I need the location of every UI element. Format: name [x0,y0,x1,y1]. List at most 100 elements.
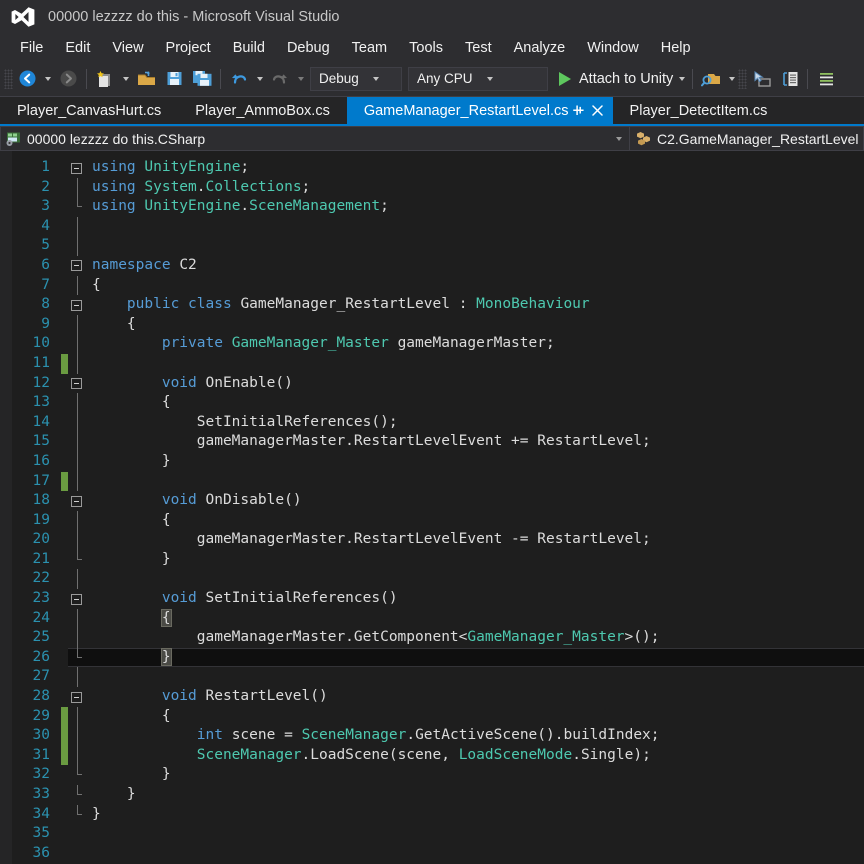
outlining-margin[interactable] [68,530,90,550]
toolbar-grip[interactable] [4,68,13,89]
code-line[interactable]: 31 SceneManager.LoadScene(scene, LoadSce… [13,745,864,766]
code-text[interactable]: } [90,805,864,825]
code-text[interactable]: gameManagerMaster.RestartLevelEvent -= R… [90,530,864,550]
outlining-margin[interactable] [68,745,90,766]
code-line[interactable]: 12 void OnEnable() [13,374,864,394]
outlining-margin[interactable] [68,158,90,178]
find-in-files-icon[interactable] [697,66,725,92]
outlining-margin[interactable] [68,353,90,374]
outlining-margin[interactable] [68,295,90,315]
code-text[interactable]: } [90,452,864,472]
code-text[interactable]: using UnityEngine.SceneManagement; [90,197,864,217]
outlining-margin[interactable] [68,589,90,609]
outlining-margin[interactable] [68,844,90,864]
code-line[interactable]: 13 { [13,393,864,413]
code-line[interactable]: 10 private GameManager_Master gameManage… [13,334,864,354]
navigate-forward-icon[interactable] [54,66,82,92]
code-text[interactable]: SetInitialReferences(); [90,413,864,433]
outlining-margin[interactable] [68,275,90,296]
code-text[interactable] [90,667,864,687]
menu-item-tools[interactable]: Tools [398,38,454,58]
close-icon[interactable] [588,97,607,124]
code-line[interactable]: 17 [13,471,864,492]
find-dropdown[interactable] [725,66,738,92]
outlining-margin[interactable] [68,451,90,472]
code-text[interactable]: SceneManager.LoadScene(scene, LoadSceneM… [90,746,864,766]
tab-player-canvashurt[interactable]: Player_CanvasHurt.cs [0,97,178,124]
code-text[interactable]: using UnityEngine; [90,158,864,178]
code-text[interactable]: { [90,393,864,413]
code-line[interactable]: 3 using UnityEngine.SceneManagement; [13,197,864,217]
breakpoint-margin[interactable] [0,151,13,864]
code-text[interactable] [90,217,864,237]
save-icon[interactable] [160,66,188,92]
compare-files-icon[interactable] [775,66,803,92]
code-line[interactable]: 15 gameManagerMaster.RestartLevelEvent +… [13,432,864,452]
code-line[interactable]: 4 [13,216,864,237]
code-text[interactable]: private GameManager_Master gameManagerMa… [90,334,864,354]
code-text[interactable]: gameManagerMaster.RestartLevelEvent += R… [90,432,864,452]
member-selector[interactable]: C2.GameManager_RestartLevel [630,126,864,151]
configuration-selector[interactable]: Debug [310,66,402,91]
code-text[interactable]: namespace C2 [90,256,864,276]
code-line[interactable]: 20 gameManagerMaster.RestartLevelEvent -… [13,530,864,550]
outlining-margin[interactable] [68,687,90,707]
menu-item-analyze[interactable]: Analyze [503,38,577,58]
code-line[interactable]: 27 [13,667,864,688]
code-text[interactable]: public class GameManager_RestartLevel : … [90,295,864,315]
code-editor[interactable]: 1 using UnityEngine; 2 using System.Collect… [0,151,864,864]
collapse-box-icon[interactable] [71,162,82,174]
attach-to-unity-button[interactable]: Attach to Unity [551,66,675,92]
code-text[interactable]: void OnEnable() [90,374,864,394]
code-line[interactable]: 8 public class GameManager_RestartLevel … [13,295,864,315]
outlining-margin[interactable] [68,706,90,727]
navigate-back-dropdown[interactable] [41,66,54,92]
task-list-icon[interactable] [812,66,840,92]
code-line[interactable]: 14 SetInitialReferences(); [13,412,864,433]
code-line[interactable]: 24 { [13,608,864,629]
code-line[interactable]: 36 [13,844,864,864]
new-item-dropdown[interactable] [119,66,132,92]
code-line[interactable]: 22 [13,569,864,590]
outlining-margin[interactable] [68,393,90,413]
step-into-icon[interactable] [747,66,775,92]
outlining-margin[interactable] [68,491,90,511]
undo-dropdown[interactable] [253,66,266,92]
outlining-margin[interactable] [68,726,90,746]
code-text[interactable]: } [90,785,864,805]
code-line[interactable]: 11 [13,353,864,374]
code-line[interactable]: 21 } [13,549,864,570]
code-line[interactable]: 29 { [13,706,864,727]
outlining-margin[interactable] [68,785,90,805]
outlining-margin[interactable] [68,314,90,335]
outlining-margin[interactable] [68,667,90,688]
code-text[interactable] [90,569,864,589]
code-text[interactable]: using System.Collections; [90,178,864,198]
outlining-margin[interactable] [68,374,90,394]
navigate-back-icon[interactable] [13,66,41,92]
code-text[interactable]: { [90,315,864,335]
toolbar-grip-2[interactable] [738,68,748,89]
tab-player-detectitem[interactable]: Player_DetectItem.cs [613,97,785,124]
outlining-margin[interactable] [68,412,90,433]
code-line[interactable]: 26 } [13,647,864,668]
outlining-margin[interactable] [68,471,90,492]
platform-selector[interactable]: Any CPU [408,66,548,91]
new-item-icon[interactable] [91,66,119,92]
menu-item-file[interactable]: File [9,38,54,58]
menu-item-window[interactable]: Window [576,38,650,58]
menu-item-test[interactable]: Test [454,38,503,58]
code-line[interactable]: 35 [13,824,864,844]
code-line[interactable]: 7{ [13,275,864,296]
menu-item-team[interactable]: Team [341,38,398,58]
code-line[interactable]: 9 { [13,314,864,335]
collapse-box-icon[interactable] [71,691,82,703]
outlining-margin[interactable] [68,804,90,825]
collapse-box-icon[interactable] [71,260,82,272]
collapse-box-icon[interactable] [71,495,82,507]
tab-player-ammobox[interactable]: Player_AmmoBox.cs [178,97,347,124]
outlining-margin[interactable] [68,765,90,785]
code-line[interactable]: 19 { [13,510,864,531]
code-text[interactable]: { [90,608,864,629]
outlining-margin[interactable] [68,628,90,648]
